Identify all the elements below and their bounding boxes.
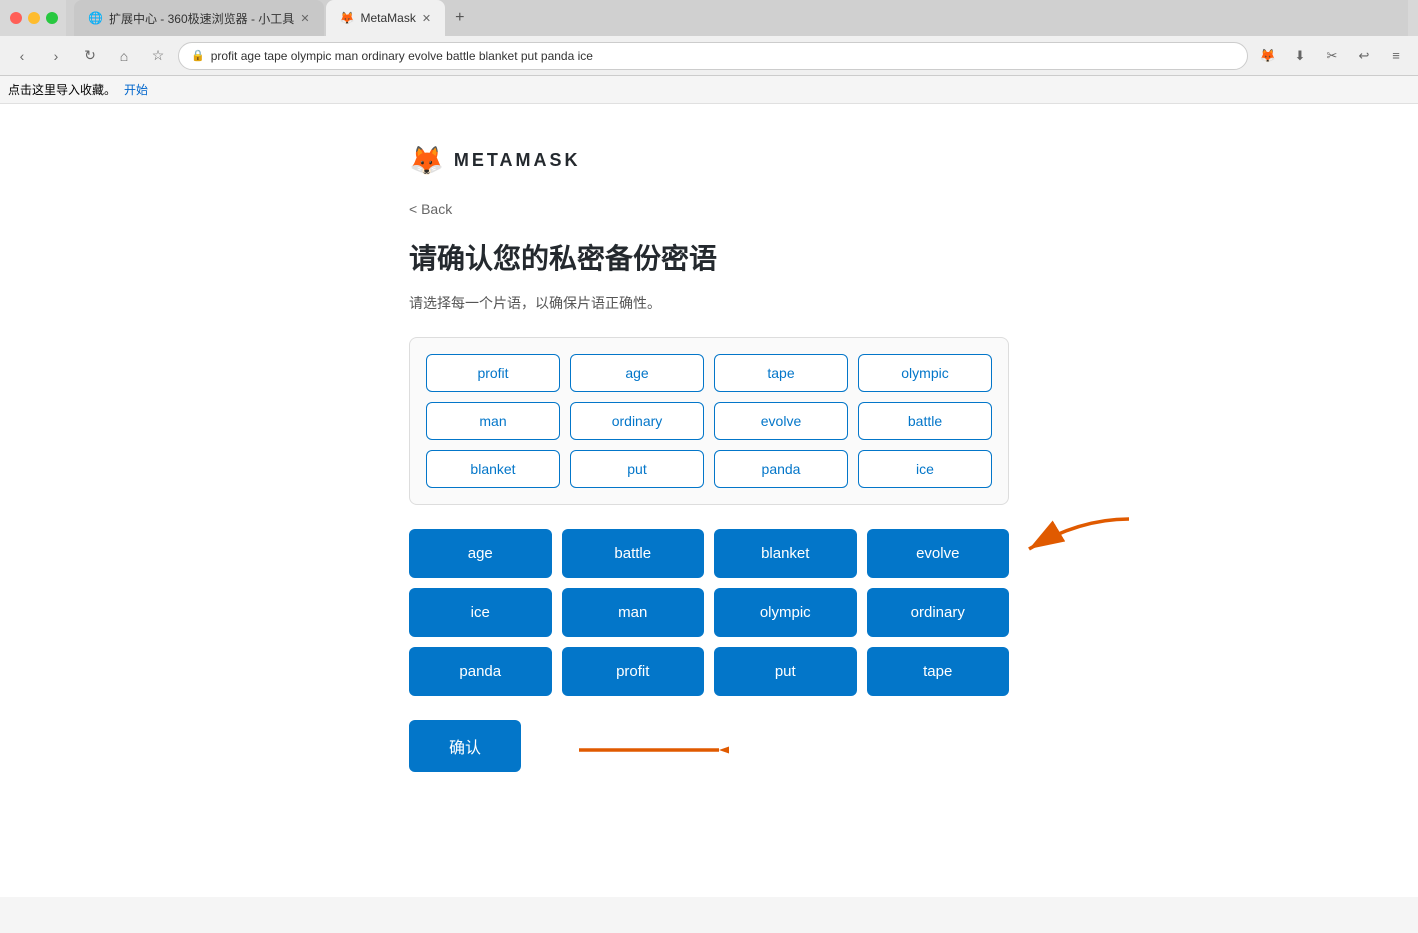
nav-bar: ‹ › ↻ ⌂ ☆ 🔒 profit age tape olympic man … [0, 36, 1418, 76]
page-content: 🦊 METAMASK < Back 请确认您的私密备份密语 请选择每一个片语，以… [0, 104, 1418, 897]
word-button-age[interactable]: age [409, 529, 552, 578]
word-chip-battle[interactable]: battle [858, 402, 992, 440]
word-chip-evolve[interactable]: evolve [714, 402, 848, 440]
word-button-profit[interactable]: profit [562, 647, 705, 696]
word-buttons-grid: agebattleblanketevolveicemanolympicordin… [409, 529, 1009, 696]
word-chip-put[interactable]: put [570, 450, 704, 488]
word-button-man[interactable]: man [562, 588, 705, 637]
tab-extensions-close[interactable]: ✕ [300, 12, 309, 25]
tab-extensions-label: 扩展中心 - 360极速浏览器 - 小工具 [109, 10, 294, 27]
word-grid: profit agetape olympic man ordinary evolve bat… [426, 354, 992, 488]
word-chip-man[interactable]: man [426, 402, 560, 440]
history-icon[interactable]: ↩ [1350, 42, 1378, 70]
address-lock-icon: 🔒 [191, 49, 205, 62]
page-subtitle: 请选择每一个片语，以确保片语正确性。 [409, 293, 1009, 313]
tab-metamask[interactable]: 🦊 MetaMask ✕ [326, 0, 446, 36]
minimize-button[interactable] [28, 12, 40, 24]
bookmark-link[interactable]: 开始 [124, 81, 148, 98]
word-chip-ordinary[interactable]: ordinary [570, 402, 704, 440]
word-chip-ice[interactable]: ice [858, 450, 992, 488]
tab-extensions[interactable]: 🌐 扩展中心 - 360极速浏览器 - 小工具 ✕ [74, 0, 324, 36]
word-button-olympic[interactable]: olympic [714, 588, 857, 637]
forward-nav-button[interactable]: › [42, 42, 70, 70]
home-button[interactable]: ⌂ [110, 42, 138, 70]
word-button-blanket[interactable]: blanket [714, 529, 857, 578]
word-chip-profit[interactable]: profit [426, 354, 560, 392]
word-grid-container: profit agetape olympic man ordinary evolve bat… [409, 337, 1009, 505]
menu-icon[interactable]: ≡ [1382, 42, 1410, 70]
tab-metamask-favicon: 🦊 [340, 11, 355, 25]
back-link[interactable]: < Back [409, 201, 1009, 217]
refresh-button[interactable]: ↻ [76, 42, 104, 70]
metamask-ext-icon[interactable]: 🦊 [1254, 42, 1282, 70]
download-icon[interactable]: ⬇ [1286, 42, 1314, 70]
address-text: profit age tape olympic man ordinary evo… [211, 49, 593, 63]
confirm-area: 确认 [409, 720, 521, 772]
traffic-lights [10, 12, 58, 24]
word-chip-age[interactable]: age [570, 354, 704, 392]
word-chip-panda[interactable]: panda [714, 450, 848, 488]
metamask-logo: 🦊 METAMASK [409, 144, 1009, 177]
back-nav-button[interactable]: ‹ [8, 42, 36, 70]
maximize-button[interactable] [46, 12, 58, 24]
word-chip-tape[interactable]: tape [714, 354, 848, 392]
bookmark-bar: 点击这里导入收藏。 开始 [0, 76, 1418, 104]
confirm-button[interactable]: 确认 [409, 720, 521, 772]
tab-bar: 🌐 扩展中心 - 360极速浏览器 - 小工具 ✕ 🦊 MetaMask ✕ + [66, 0, 1408, 36]
main-container: 🦊 METAMASK < Back 请确认您的私密备份密语 请选择每一个片语，以… [409, 144, 1009, 857]
arrow-left-annotation [569, 720, 729, 780]
tab-metamask-label: MetaMask [360, 11, 415, 25]
word-chip-blanket[interactable]: blanket [426, 450, 560, 488]
word-button-tape[interactable]: tape [867, 647, 1010, 696]
bookmark-text: 点击这里导入收藏。 [8, 81, 116, 98]
fox-icon: 🦊 [409, 144, 444, 177]
scissors-icon[interactable]: ✂ [1318, 42, 1346, 70]
word-button-ice[interactable]: ice [409, 588, 552, 637]
title-bar: 🌐 扩展中心 - 360极速浏览器 - 小工具 ✕ 🦊 MetaMask ✕ + [0, 0, 1418, 36]
address-bar[interactable]: 🔒 profit age tape olympic man ordinary e… [178, 42, 1248, 70]
word-button-ordinary[interactable]: ordinary [867, 588, 1010, 637]
word-button-put[interactable]: put [714, 647, 857, 696]
word-chip-olympic[interactable]: olympic [858, 354, 992, 392]
arrow-right-annotation [979, 509, 1139, 589]
nav-right-buttons: 🦊 ⬇ ✂ ↩ ≡ [1254, 42, 1410, 70]
arrow-area: agebattleblanketevolveicemanolympicordin… [409, 529, 1009, 696]
word-button-battle[interactable]: battle [562, 529, 705, 578]
close-button[interactable] [10, 12, 22, 24]
bookmark-star-button[interactable]: ☆ [144, 42, 172, 70]
new-tab-button[interactable]: + [447, 0, 472, 36]
tab-extensions-favicon: 🌐 [88, 11, 103, 25]
page-title: 请确认您的私密备份密语 [409, 237, 1009, 277]
tab-metamask-close[interactable]: ✕ [422, 12, 431, 25]
logo-text: METAMASK [454, 150, 581, 171]
word-button-panda[interactable]: panda [409, 647, 552, 696]
